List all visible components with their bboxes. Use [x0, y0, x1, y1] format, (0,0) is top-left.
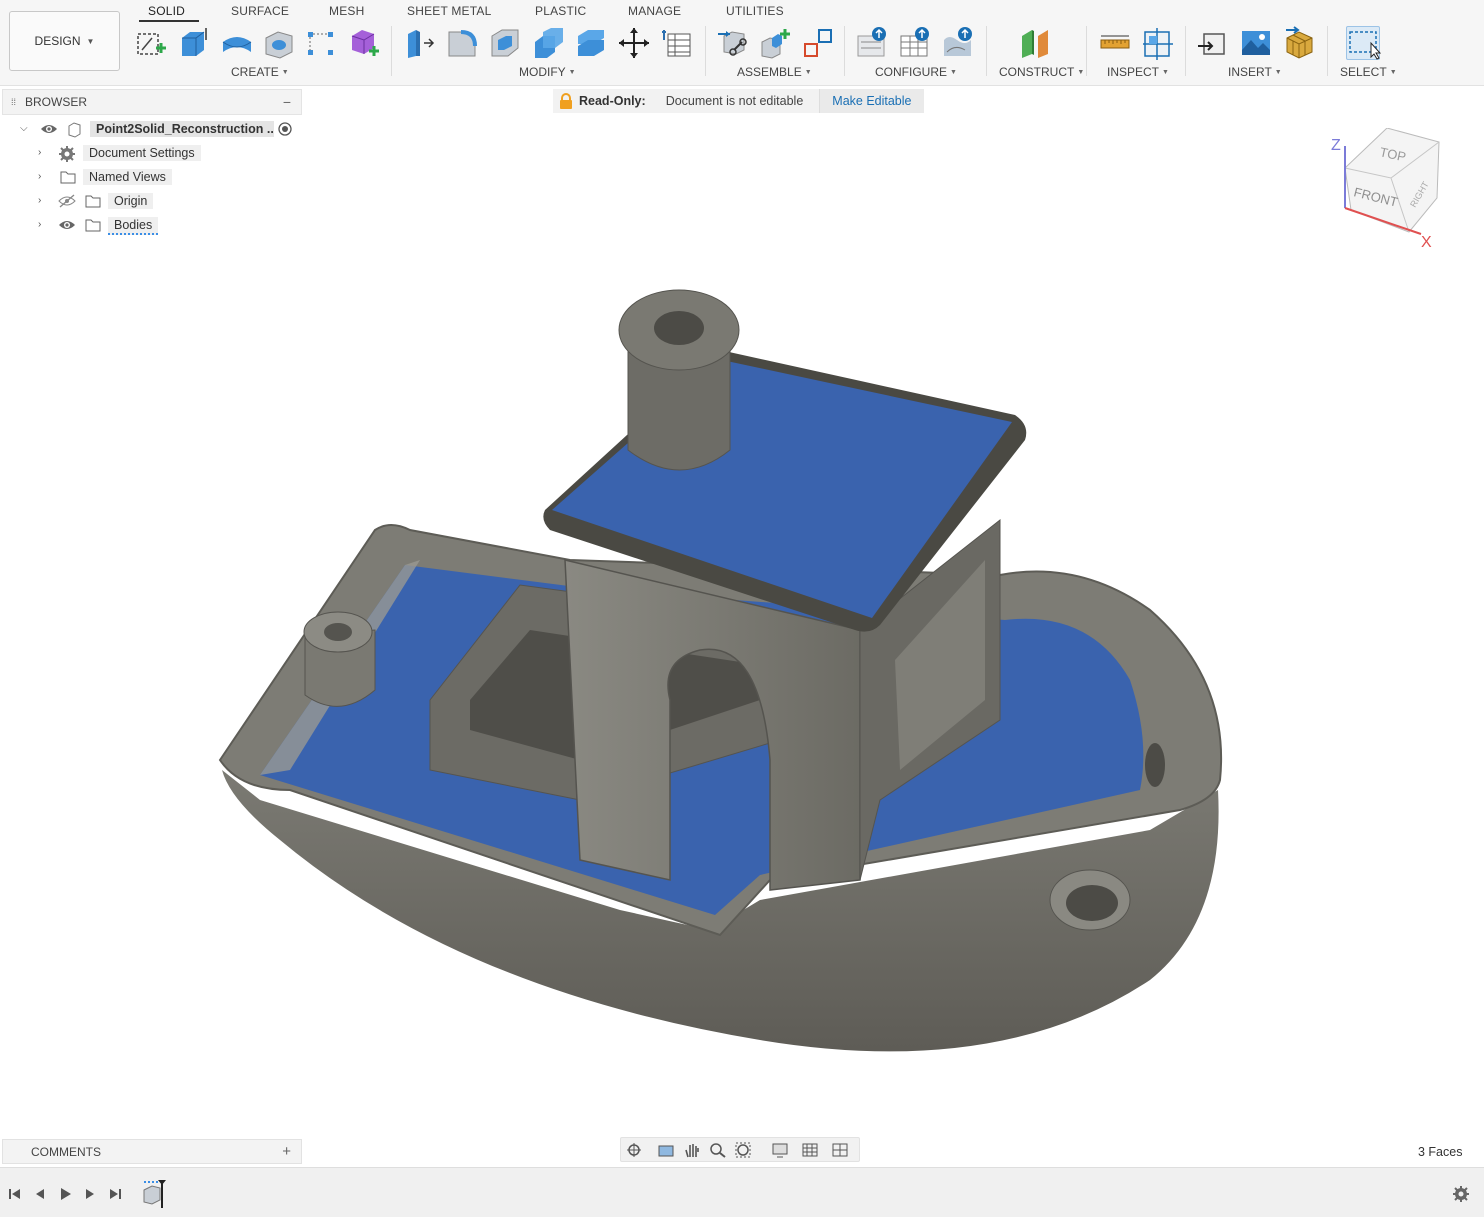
zoom-icon[interactable] [709, 1142, 727, 1158]
chevron-right-icon[interactable]: › [38, 171, 41, 182]
navigation-bar [620, 1137, 860, 1162]
folder-icon [60, 171, 76, 184]
readonly-message: Document is not editable [665, 94, 804, 108]
timeline [0, 1167, 1484, 1217]
axis-x-label: X [1421, 234, 1432, 248]
radio-active-icon[interactable] [278, 122, 292, 136]
tree-item-origin[interactable]: › Origin [2, 189, 302, 213]
timeline-settings-gear-icon[interactable] [1452, 1185, 1470, 1203]
root-component-label[interactable]: Point2Solid_Reconstruction ... [90, 121, 274, 137]
make-editable-button[interactable]: Make Editable [819, 89, 924, 113]
step-back-icon[interactable] [32, 1186, 48, 1202]
axis-z-label: Z [1331, 137, 1341, 154]
add-comment-icon[interactable]: + [282, 1143, 291, 1160]
tree-label: Document Settings [83, 145, 201, 161]
tree-label: Named Views [83, 169, 172, 185]
eye-hidden-icon[interactable] [58, 194, 76, 208]
tree-label: Bodies [108, 217, 159, 235]
fit-icon[interactable] [735, 1142, 753, 1158]
lock-icon [560, 93, 572, 109]
go-to-start-icon[interactable] [7, 1186, 23, 1202]
chevron-right-icon[interactable]: › [38, 219, 41, 230]
side-hole [1145, 743, 1165, 787]
pan-hand-icon[interactable] [683, 1142, 701, 1158]
folder-icon [85, 219, 101, 232]
orbit-icon[interactable] [625, 1142, 643, 1158]
timeline-feature-icon[interactable] [140, 1176, 172, 1212]
viewports-icon[interactable] [831, 1142, 849, 1158]
browser-title: BROWSER [25, 95, 88, 109]
viewcube[interactable]: TOP FRONT RIGHT Z X [1325, 128, 1445, 248]
document-icon [68, 122, 81, 138]
gear-icon [59, 146, 75, 162]
chimney-hole [654, 311, 704, 345]
browser-panel: ⁞⁞ BROWSER − ⌵ Point2Solid_Reconstructio… [2, 89, 302, 237]
eye-icon[interactable] [40, 122, 58, 136]
play-icon[interactable] [57, 1186, 73, 1202]
comments-label: COMMENTS [31, 1144, 101, 1159]
look-at-icon[interactable] [657, 1142, 675, 1158]
tree-item-bodies[interactable]: › Bodies [2, 213, 302, 237]
bow-hole-inner [1066, 885, 1118, 921]
comments-panel[interactable]: COMMENTS + [2, 1139, 302, 1164]
grid-icon[interactable] [801, 1142, 819, 1158]
tree-item-named-views[interactable]: › Named Views [2, 165, 302, 189]
go-to-end-icon[interactable] [107, 1186, 123, 1202]
collapse-dots-icon[interactable]: ⁞⁞ [11, 98, 17, 107]
step-forward-icon[interactable] [82, 1186, 98, 1202]
tree-item-document-settings[interactable]: › Document Settings [2, 141, 302, 165]
tree-label: Origin [108, 193, 154, 209]
display-settings-icon[interactable] [771, 1142, 789, 1158]
eye-icon[interactable] [58, 218, 76, 232]
rear-post-hole [324, 623, 352, 641]
readonly-label: Read-Only: [579, 94, 646, 108]
tree-root[interactable]: ⌵ Point2Solid_Reconstruction ... [2, 117, 302, 141]
chevron-down-icon[interactable]: ⌵ [20, 123, 28, 134]
browser-header[interactable]: ⁞⁞ BROWSER − [2, 89, 302, 115]
minimize-icon[interactable]: − [283, 94, 291, 110]
readonly-banner: Read-Only: Document is not editable Make… [553, 89, 924, 113]
selection-count: 3 Faces [1418, 1145, 1463, 1159]
chevron-right-icon[interactable]: › [38, 195, 41, 206]
folder-icon [85, 195, 101, 208]
chevron-right-icon[interactable]: › [38, 147, 41, 158]
